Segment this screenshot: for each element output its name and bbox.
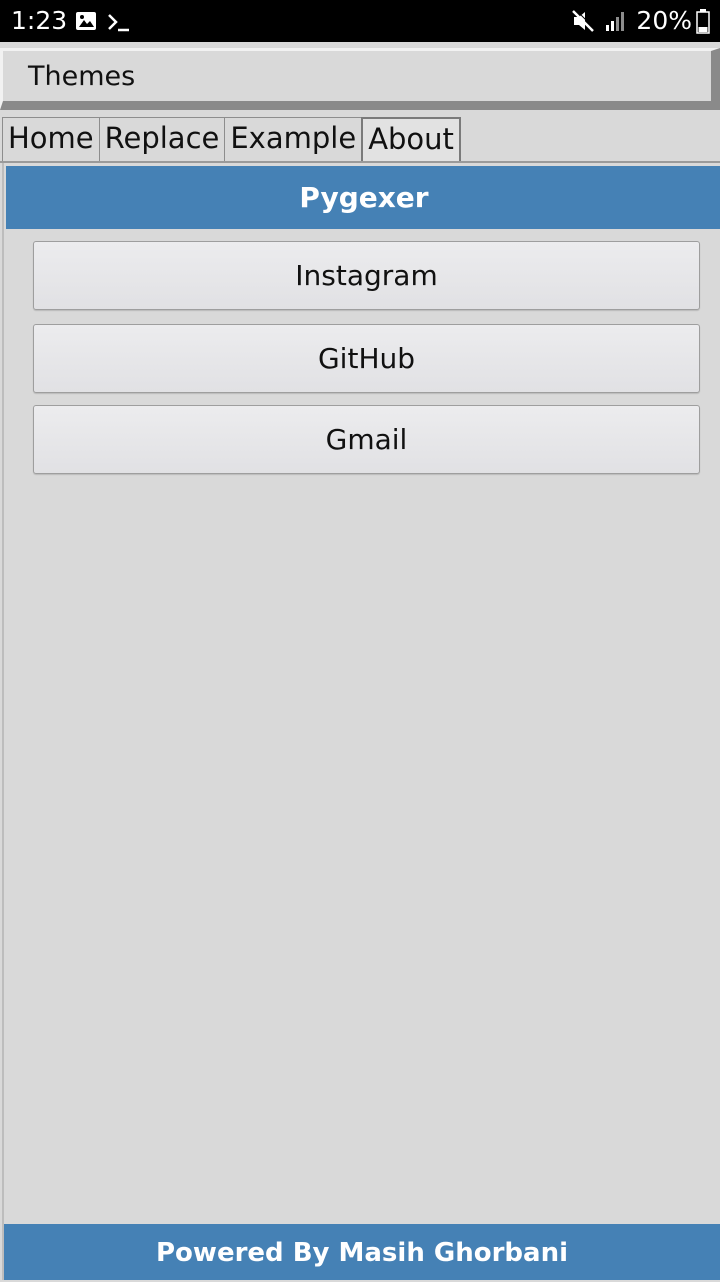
status-left-icons [74,10,134,34]
instagram-button[interactable]: Instagram [33,241,700,310]
panel-title: Pygexer [6,166,720,229]
tab-example[interactable]: Example [224,117,363,161]
signal-icon [606,12,625,31]
about-panel: Pygexer Instagram GitHub Gmail [2,163,720,1280]
status-time: 1:23 [11,6,68,35]
status-bar: 1:23 20% [0,0,720,42]
themes-bar[interactable]: Themes [0,48,720,110]
tabs-row: Home Replace Example About [2,117,461,161]
github-button[interactable]: GitHub [33,324,700,393]
battery-percentage: 20% [636,6,692,35]
tab-home[interactable]: Home [2,117,100,161]
mute-icon [572,8,596,32]
terminal-icon [108,14,129,32]
tab-about[interactable]: About [361,117,461,161]
status-right: 20% [570,6,710,36]
footer-credit: Powered By Masih Ghorbani [4,1224,720,1280]
image-icon [76,12,96,30]
themes-label: Themes [28,61,136,92]
status-notification-icons [76,12,129,32]
gmail-button[interactable]: Gmail [33,405,700,474]
tab-replace[interactable]: Replace [98,117,226,161]
app-root: Themes Home Replace Example About Pygexe… [0,42,720,1280]
battery-icon [696,9,710,34]
